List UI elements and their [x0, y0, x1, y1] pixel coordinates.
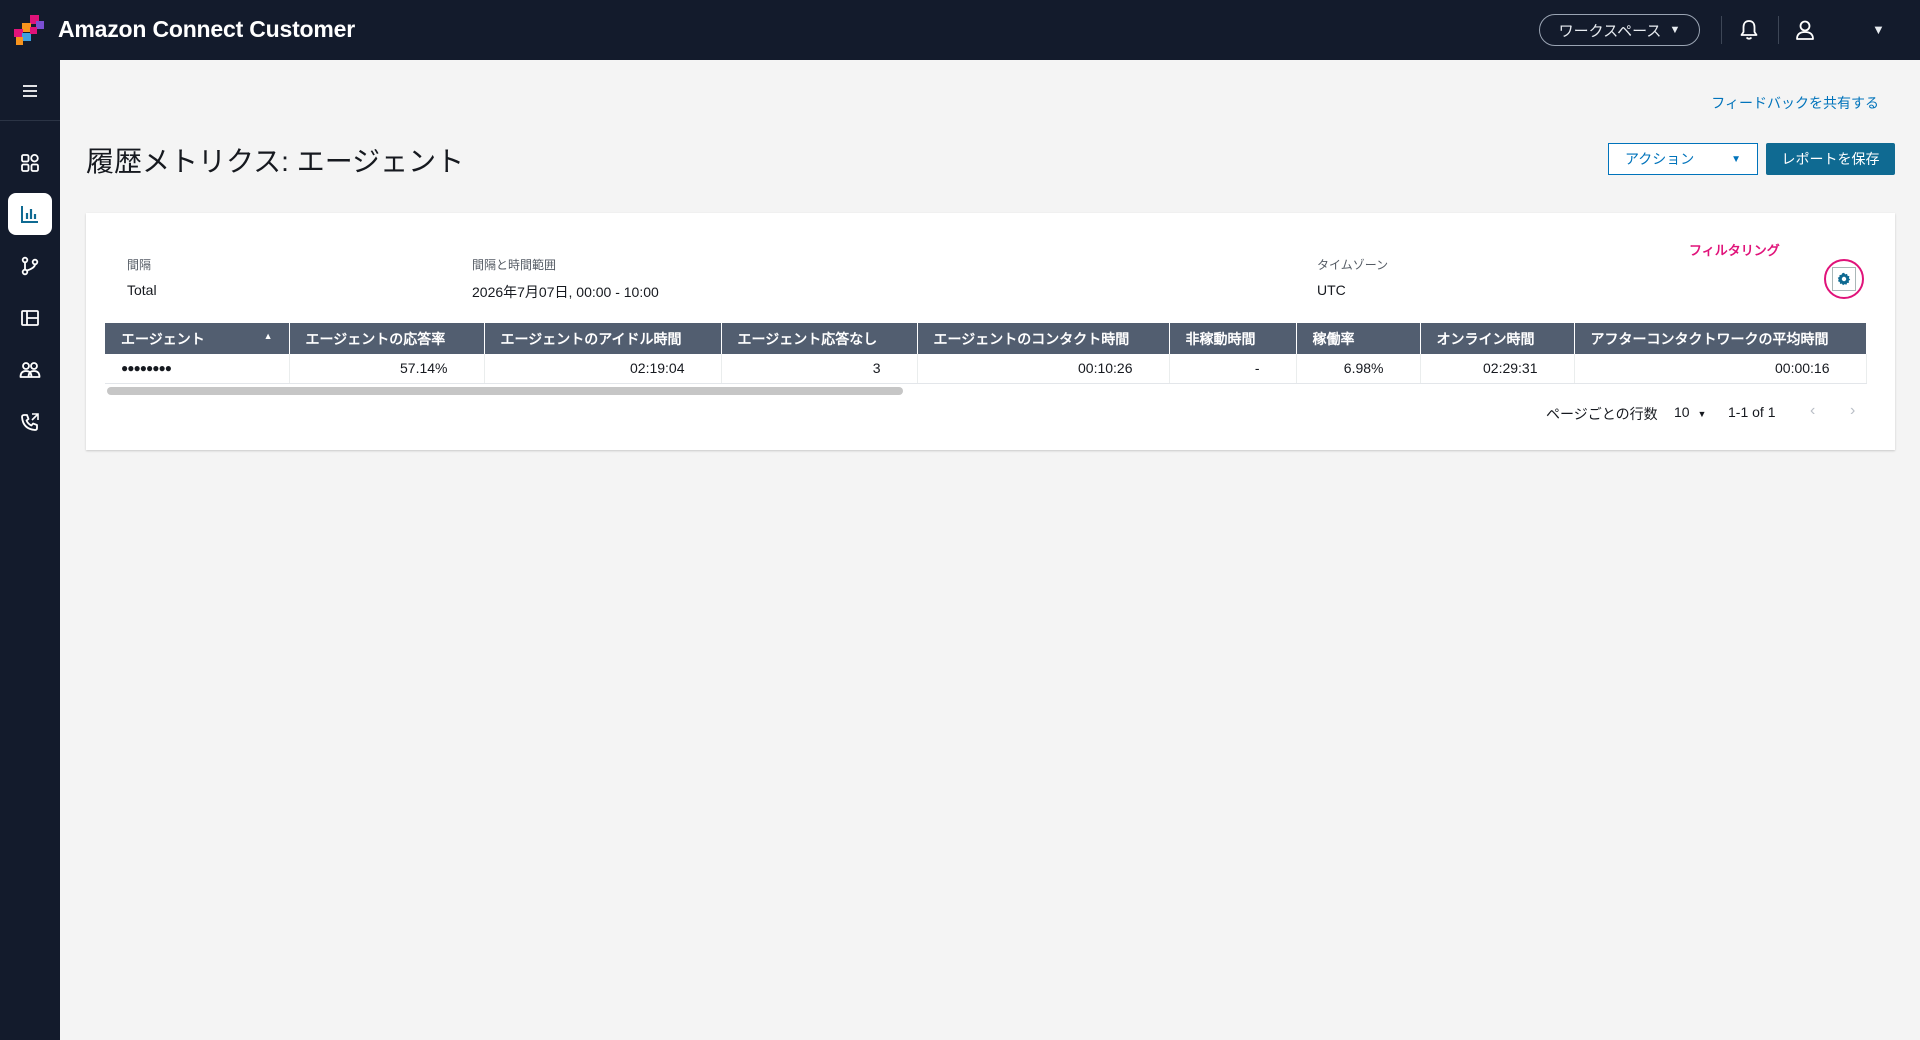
cell-occupancy: 6.98%	[1296, 354, 1421, 384]
app-title[interactable]: Amazon Connect Customer	[58, 16, 355, 43]
timezone-value: UTC	[1317, 282, 1346, 298]
filtering-annotation-label: フィルタリング	[1689, 243, 1780, 258]
actions-dropdown-button[interactable]: アクション ▼	[1608, 143, 1758, 175]
sidebar	[0, 60, 60, 1040]
sidebar-item-users[interactable]	[8, 349, 52, 391]
report-card: 間隔 Total 間隔と時間範囲 2026年7月07日, 00:00 - 10:…	[86, 213, 1895, 450]
metrics-table: エージェント ▲ エージェントの応答率 エージェントのアイドル時間 エージェント応…	[105, 323, 1867, 384]
gear-icon	[1837, 272, 1851, 286]
time-range-value: 2026年7月07日, 00:00 - 10:00	[472, 284, 659, 300]
table-row: ●●●●●●●● 57.14% 02:19:04 3 00:10:26 - 6.…	[105, 354, 1867, 384]
hamburger-menu-icon	[23, 85, 37, 97]
column-header-non-response[interactable]: エージェント応答なし	[721, 323, 918, 354]
divider	[0, 120, 60, 121]
bar-chart-icon	[21, 206, 38, 223]
top-navigation-bar: Amazon Connect Customer ワークスペース ▼ ▼	[0, 0, 1920, 60]
cell-online-time: 02:29:31	[1420, 354, 1575, 384]
cell-non-response: 3	[721, 354, 918, 384]
column-header-answer-rate[interactable]: エージェントの応答率	[289, 323, 485, 354]
column-header-online-time[interactable]: オンライン時間	[1420, 323, 1575, 354]
cell-answer-rate: 57.14%	[289, 354, 485, 384]
phone-routing-icon	[21, 413, 39, 431]
table-header-row: エージェント ▲ エージェントの応答率 エージェントのアイドル時間 エージェント応…	[105, 323, 1867, 354]
caret-down-icon: ▼	[1731, 153, 1741, 165]
rows-per-page-value: 10	[1674, 404, 1690, 420]
column-header-avg-acw-time[interactable]: アフターコンタクトワークの平均時間	[1574, 323, 1867, 354]
cell-avg-acw-time: 00:00:16	[1574, 354, 1867, 384]
save-report-button[interactable]: レポートを保存	[1766, 143, 1895, 175]
column-header-occupancy[interactable]: 稼働率	[1296, 323, 1421, 354]
rows-per-page-select[interactable]: 10 ▼	[1674, 404, 1706, 420]
share-feedback-link[interactable]: フィードバックを共有する	[1711, 93, 1879, 113]
caret-down-icon: ▼	[1697, 409, 1707, 419]
workspace-label: ワークスペース	[1558, 22, 1662, 40]
column-header-agent[interactable]: エージェント ▲	[105, 323, 290, 354]
cell-agent-name: ●●●●●●●●	[105, 354, 290, 384]
column-header-non-productive-time[interactable]: 非稼動時間	[1169, 323, 1297, 354]
table-settings-button[interactable]	[1824, 259, 1864, 299]
cell-contact-time: 00:10:26	[917, 354, 1170, 384]
time-range-label: 間隔と時間範囲	[472, 258, 557, 272]
layout-panel-icon	[21, 310, 39, 326]
settings-button-frame	[1832, 267, 1856, 291]
bell-icon[interactable]	[1738, 18, 1760, 42]
rows-per-page-label: ページごとの行数	[1546, 406, 1658, 422]
amazon-connect-logo[interactable]	[14, 15, 45, 45]
caret-down-icon: ▼	[1669, 24, 1681, 36]
timezone-label: タイムゾーン	[1317, 258, 1389, 272]
next-page-icon[interactable]: ›	[1850, 402, 1855, 420]
actions-label: アクション	[1625, 151, 1695, 167]
sidebar-item-analytics[interactable]	[8, 193, 52, 235]
divider	[1778, 16, 1779, 44]
workspace-dropdown-button[interactable]: ワークスペース ▼	[1539, 14, 1700, 46]
interval-value: Total	[127, 282, 157, 298]
users-icon	[19, 362, 41, 378]
column-header-idle-time[interactable]: エージェントのアイドル時間	[484, 323, 722, 354]
cell-non-productive-time: -	[1169, 354, 1297, 384]
column-header-contact-time[interactable]: エージェントのコンタクト時間	[917, 323, 1170, 354]
pagination-range: 1-1 of 1	[1728, 404, 1776, 420]
page-title: 履歴メトリクス: エージェント	[86, 146, 465, 177]
sidebar-item-phone[interactable]	[8, 401, 52, 443]
sidebar-item-routing[interactable]	[8, 245, 52, 287]
previous-page-icon[interactable]: ‹	[1810, 402, 1815, 420]
horizontal-scrollbar[interactable]	[107, 387, 903, 395]
sidebar-item-dashboard[interactable]	[8, 142, 52, 184]
flow-branch-icon	[21, 256, 39, 276]
menu-toggle-button[interactable]	[8, 70, 52, 112]
sort-ascending-icon[interactable]: ▲	[264, 331, 273, 341]
dashboard-icon	[21, 153, 39, 172]
cell-idle-time: 02:19:04	[484, 354, 722, 384]
sidebar-item-channels[interactable]	[8, 297, 52, 339]
user-icon[interactable]	[1794, 18, 1816, 42]
divider	[1721, 16, 1722, 44]
user-menu-caret-icon[interactable]: ▼	[1872, 22, 1885, 37]
interval-label: 間隔	[127, 258, 152, 272]
